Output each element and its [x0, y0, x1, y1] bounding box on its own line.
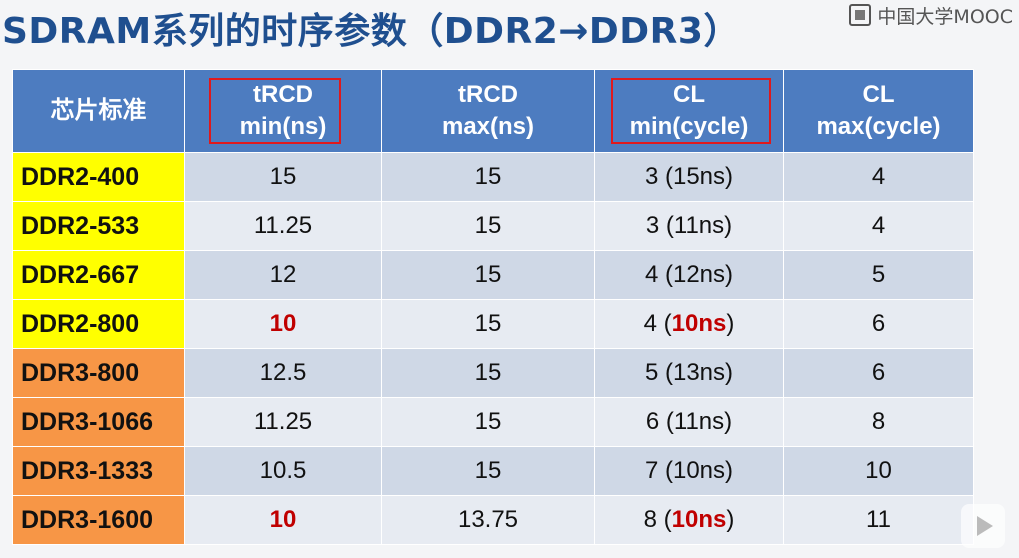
cell-cl-min: 3 (15ns) [594, 152, 784, 202]
header-cl-max: CL max(cycle) [783, 69, 974, 153]
header-trcd-min: tRCD min(ns) [184, 69, 382, 153]
cell-trcd-max: 15 [381, 299, 595, 349]
cell-cl-max: 6 [783, 299, 974, 349]
cell-standard: DDR2-400 [12, 152, 185, 202]
play-icon[interactable] [961, 504, 1005, 548]
cell-trcd-max: 15 [381, 250, 595, 300]
cell-standard: DDR3-800 [12, 348, 185, 398]
mooc-logo: 中国大学MOOC [849, 2, 1013, 28]
cell-cl-max: 8 [783, 397, 974, 447]
cell-trcd-min: 15 [184, 152, 382, 202]
header-trcd-max: tRCD max(ns) [381, 69, 595, 153]
cell-cl-min: 8 (10ns) [594, 495, 784, 545]
cell-trcd-max: 15 [381, 397, 595, 447]
cell-cl-max: 6 [783, 348, 974, 398]
table-row: DDR2-533 11.25 15 3 (11ns) 4 [12, 201, 974, 251]
cell-cl-min: 5 (13ns) [594, 348, 784, 398]
cell-cl-max: 5 [783, 250, 974, 300]
cell-trcd-max: 15 [381, 201, 595, 251]
cell-cl-min: 3 (11ns) [594, 201, 784, 251]
cell-cl-min: 4 (10ns) [594, 299, 784, 349]
timing-parameter-table: 芯片标准 tRCD min(ns) tRCD max(ns) CL min(cy… [12, 69, 974, 545]
slide-title: SDRAM系列的时序参数（DDR2→DDR3） [2, 11, 740, 52]
cell-trcd-min: 10 [184, 299, 382, 349]
table-row: DDR2-667 12 15 4 (12ns) 5 [12, 250, 974, 300]
logo-text: 中国大学MOOC [877, 5, 1013, 28]
cell-trcd-max: 15 [381, 152, 595, 202]
table-row: DDR3-1600 10 13.75 8 (10ns) 11 [12, 495, 974, 545]
cell-cl-max: 4 [783, 201, 974, 251]
table-row: DDR2-800 10 15 4 (10ns) 6 [12, 299, 974, 349]
cell-trcd-min: 12.5 [184, 348, 382, 398]
cell-trcd-min: 10.5 [184, 446, 382, 496]
cell-trcd-max: 15 [381, 348, 595, 398]
header-cl-min: CL min(cycle) [594, 69, 784, 153]
mooc-logo-icon [849, 4, 872, 26]
cell-trcd-min: 11.25 [184, 201, 382, 251]
table-header-row: 芯片标准 tRCD min(ns) tRCD max(ns) CL min(cy… [12, 69, 974, 153]
cell-cl-max: 10 [783, 446, 974, 496]
cell-standard: DDR3-1600 [12, 495, 185, 545]
cell-cl-min: 4 (12ns) [594, 250, 784, 300]
highlight-box-trcd-min [209, 78, 341, 144]
cell-standard: DDR2-800 [12, 299, 185, 349]
highlight-box-cl-min [611, 78, 771, 144]
cell-standard: DDR3-1333 [12, 446, 185, 496]
cell-standard: DDR2-667 [12, 250, 185, 300]
cell-cl-max: 4 [783, 152, 974, 202]
cell-standard: DDR2-533 [12, 201, 185, 251]
cell-cl-min: 7 (10ns) [594, 446, 784, 496]
table-row: DDR3-1333 10.5 15 7 (10ns) 10 [12, 446, 974, 496]
table-row: DDR3-800 12.5 15 5 (13ns) 6 [12, 348, 974, 398]
cell-trcd-min: 11.25 [184, 397, 382, 447]
table-row: DDR2-400 15 15 3 (15ns) 4 [12, 152, 974, 202]
cell-cl-min: 6 (11ns) [594, 397, 784, 447]
cell-trcd-min: 12 [184, 250, 382, 300]
table-row: DDR3-1066 11.25 15 6 (11ns) 8 [12, 397, 974, 447]
cell-standard: DDR3-1066 [12, 397, 185, 447]
header-standard: 芯片标准 [12, 69, 185, 153]
cell-trcd-max: 13.75 [381, 495, 595, 545]
cell-cl-max: 11 [783, 495, 974, 545]
cell-trcd-min: 10 [184, 495, 382, 545]
cell-trcd-max: 15 [381, 446, 595, 496]
